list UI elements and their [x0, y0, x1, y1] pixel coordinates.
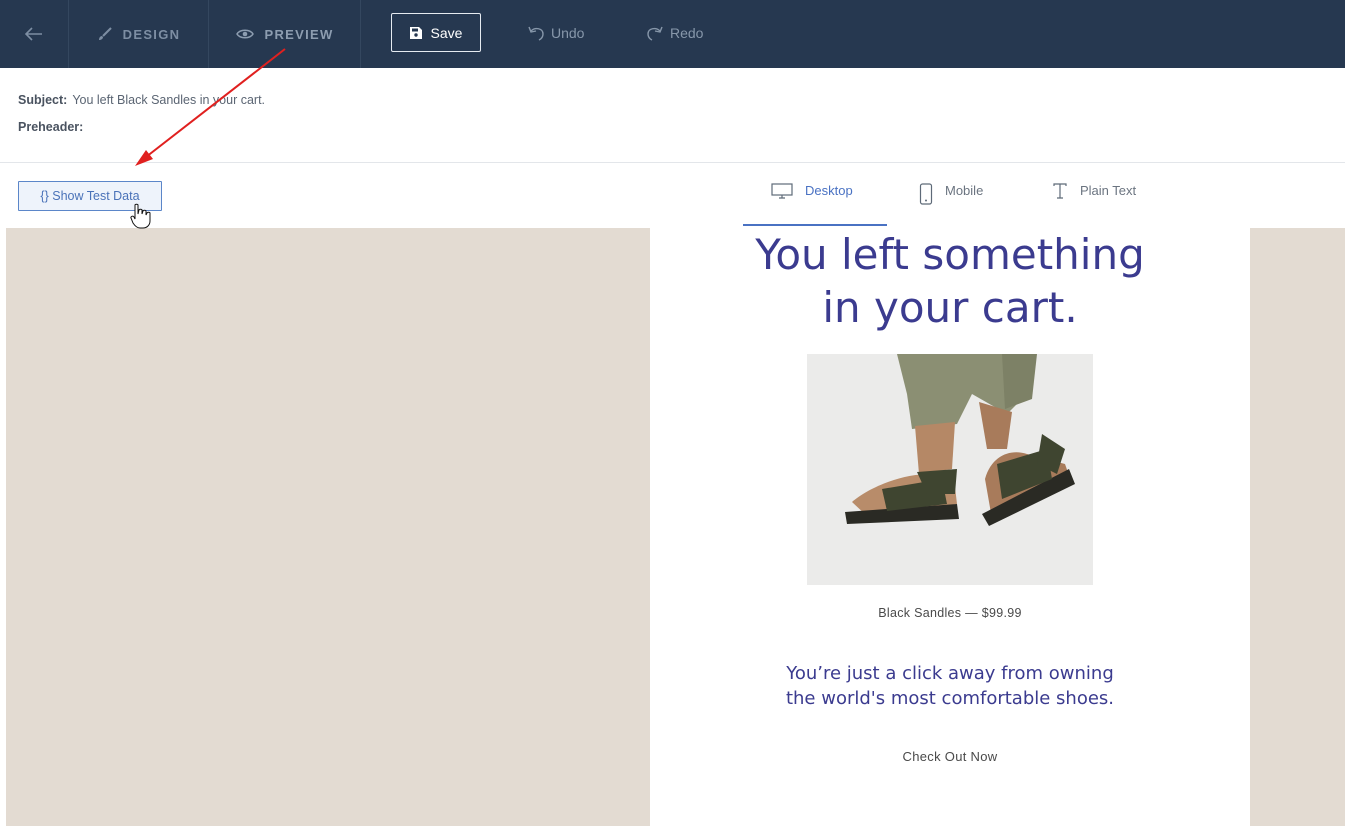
undo-button[interactable]: Undo	[527, 20, 584, 46]
top-navbar: DESIGN PREVIEW Save Undo Redo	[0, 0, 1345, 68]
undo-icon	[528, 26, 544, 41]
redo-label: Redo	[670, 25, 704, 41]
preheader-label: Preheader:	[18, 120, 84, 134]
checkout-button[interactable]: Check Out Now	[870, 749, 1030, 764]
save-button[interactable]: Save	[391, 13, 481, 52]
redo-button[interactable]: Redo	[646, 20, 703, 46]
arrow-left-icon	[25, 27, 42, 41]
headline-line-2: in your cart.	[822, 283, 1078, 332]
brush-icon	[98, 27, 112, 40]
tab-desktop-label: Desktop	[805, 183, 853, 198]
sandals-illustration	[807, 354, 1093, 585]
tab-mobile[interactable]: Mobile	[919, 178, 1029, 226]
tab-desktop[interactable]: Desktop	[743, 178, 887, 226]
subject-label: Subject:	[18, 93, 68, 107]
tab-preview[interactable]: PREVIEW	[210, 0, 361, 68]
save-label: Save	[430, 24, 463, 41]
tab-plain-text-label: Plain Text	[1080, 183, 1137, 198]
headline-line-1: You left something	[755, 230, 1145, 279]
product-caption: Black Sandles — $99.99	[878, 606, 1022, 620]
monitor-icon	[771, 183, 793, 199]
redo-icon	[647, 26, 663, 41]
tab-design[interactable]: DESIGN	[69, 0, 209, 68]
text-icon	[1053, 183, 1067, 199]
tab-design-label: DESIGN	[122, 26, 181, 42]
phone-icon	[919, 183, 933, 205]
product-image	[807, 354, 1093, 585]
tab-plain-text[interactable]: Plain Text	[1052, 178, 1172, 226]
floppy-disk-icon	[409, 26, 422, 39]
email-meta: Subject: You left Black Sandles in your c…	[0, 68, 1345, 163]
back-button[interactable]	[0, 0, 69, 68]
eye-icon	[236, 29, 255, 39]
subject-value: You left Black Sandles in your cart.	[72, 93, 266, 107]
email-headline: You left something in your cart.	[650, 228, 1250, 334]
body-copy: You’re just a click away from owning the…	[750, 661, 1150, 711]
subject-row: Subject: You left Black Sandles in your c…	[18, 93, 265, 107]
undo-label: Undo	[551, 25, 585, 41]
body-line-2: the world's most comfortable shoes.	[785, 688, 1115, 709]
show-test-data-button[interactable]: {} Show Test Data	[18, 181, 162, 211]
body-line-1: You’re just a click away from owning	[786, 663, 1114, 684]
tab-preview-label: PREVIEW	[264, 26, 334, 42]
tab-mobile-label: Mobile	[945, 183, 984, 198]
email-body: You left something in your cart. Black S…	[650, 228, 1250, 826]
preheader-row: Preheader:	[18, 120, 88, 134]
